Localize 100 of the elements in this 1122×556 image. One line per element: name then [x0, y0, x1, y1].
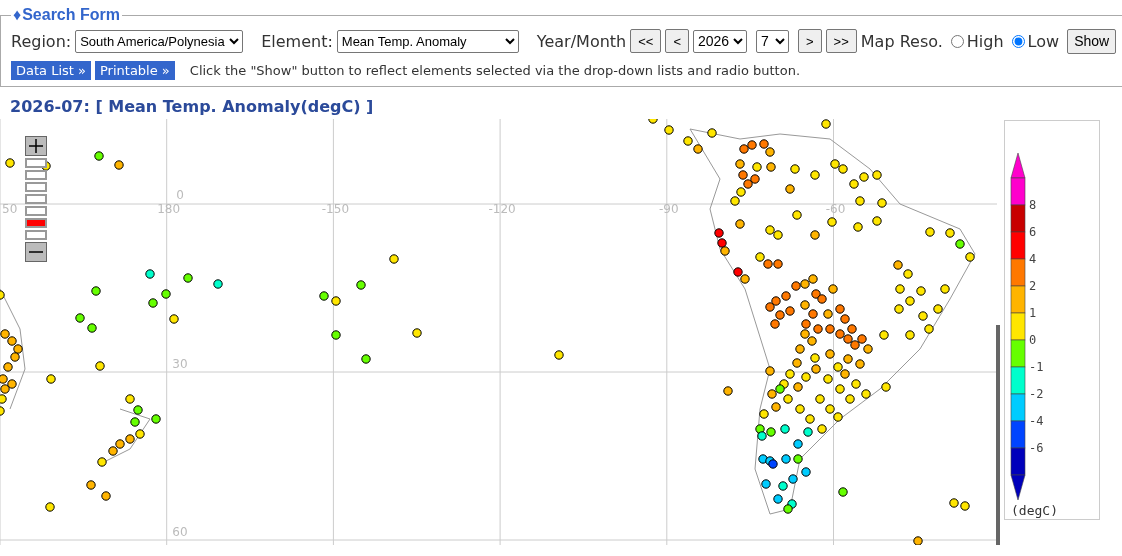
colorbar-tick: 2 [1029, 279, 1037, 293]
station-dot [793, 454, 803, 464]
station-dot [905, 296, 915, 306]
year-select[interactable]: 2026 [693, 29, 747, 53]
station-dot [86, 480, 96, 490]
element-select[interactable]: Mean Temp. Anomaly [336, 29, 519, 53]
station-dot [735, 159, 745, 169]
station-dot [823, 374, 833, 384]
station-dot [872, 216, 882, 226]
station-dot [859, 172, 869, 182]
station-dot [790, 164, 800, 174]
station-dot [75, 313, 85, 323]
colorbar-tick: -4 [1029, 414, 1044, 428]
radio-button[interactable] [1011, 34, 1025, 48]
station-dot [840, 369, 850, 379]
link-button[interactable]: Data List » [11, 61, 91, 80]
station-dot [733, 267, 743, 277]
station-dot [825, 404, 835, 414]
station-dot [10, 352, 20, 362]
map-title: 2026-07: [ Mean Temp. Anomaly(degC) ] [10, 97, 375, 118]
station-dot [730, 196, 740, 206]
colorbar-tick: 8 [1029, 198, 1037, 212]
station-dot [755, 252, 765, 262]
unit-label: (degC) [1011, 503, 1058, 518]
station-dot [785, 306, 795, 316]
station-dot [849, 179, 859, 189]
colorbar-tick: 1 [1029, 306, 1037, 320]
nav-button[interactable]: >> [825, 29, 857, 53]
station-dot [183, 273, 193, 283]
station-dot [785, 369, 795, 379]
station-dot [895, 284, 905, 294]
station-dot [735, 219, 745, 229]
nav-button[interactable]: < [665, 29, 689, 53]
station-dot [835, 304, 845, 314]
month-select[interactable]: 7 [756, 29, 789, 53]
station-dot [795, 344, 805, 354]
zoom-level[interactable] [25, 170, 47, 180]
station-dot [683, 136, 693, 146]
station-dot [145, 269, 155, 279]
station-dot [793, 382, 803, 392]
station-dot [765, 147, 775, 157]
station-dot [933, 304, 943, 314]
station-dot [830, 159, 840, 169]
station-dot [791, 281, 801, 291]
station-dot [872, 170, 882, 180]
station-dot [800, 329, 810, 339]
station-dot [965, 252, 975, 262]
station-dot [805, 414, 815, 424]
show-button[interactable]: Show [1067, 28, 1117, 54]
diamond-icon: ♦ [13, 6, 22, 24]
station-dot [783, 394, 793, 404]
station-dot [773, 259, 783, 269]
station-dot [775, 384, 785, 394]
station-dot [778, 481, 788, 491]
zoom-level[interactable] [25, 194, 47, 204]
station-dot [825, 349, 835, 359]
station-dot [765, 366, 775, 376]
station-dot [758, 454, 768, 464]
station-dot [833, 412, 843, 422]
station-dot [5, 158, 15, 168]
station-dot [855, 359, 865, 369]
station-dot [755, 424, 765, 434]
colorbar-tick: -2 [1029, 387, 1044, 401]
station-dot [747, 140, 757, 150]
station-dot [773, 494, 783, 504]
station-dot [0, 329, 10, 339]
station-dot [133, 405, 143, 415]
station-dot [319, 291, 329, 301]
station-dot [717, 238, 727, 248]
station-dot [893, 260, 903, 270]
station-dot [151, 414, 161, 424]
zoom-level[interactable] [25, 182, 47, 192]
station-dot [331, 296, 341, 306]
station-dot [955, 239, 965, 249]
zoom-in-icon[interactable] [25, 136, 47, 156]
station-dot [792, 358, 802, 368]
scrollbar[interactable] [996, 325, 1000, 545]
radio-button[interactable] [950, 34, 964, 48]
longitude-label: -90 [659, 202, 679, 216]
zoom-level[interactable] [25, 218, 47, 228]
nav-button[interactable]: > [798, 29, 822, 53]
station-dot [169, 314, 179, 324]
zoom-out-icon[interactable] [25, 242, 47, 262]
nav-button[interactable]: << [630, 29, 662, 53]
station-dot [845, 394, 855, 404]
link-button[interactable]: Printable » [95, 61, 175, 80]
station-dot [766, 427, 776, 437]
station-dot [115, 439, 125, 449]
station-dot [97, 457, 107, 467]
station-dot [808, 309, 818, 319]
station-dot [835, 384, 845, 394]
longitude-label: 50 [2, 202, 18, 216]
station-dot [780, 424, 790, 434]
station-dot [148, 298, 158, 308]
station-dot [781, 291, 791, 301]
region-select[interactable]: South America/Polynesia [75, 29, 244, 53]
station-dot [87, 323, 97, 333]
station-dot [766, 162, 776, 172]
station-dot [161, 289, 171, 299]
zoom-level[interactable] [25, 206, 47, 216]
